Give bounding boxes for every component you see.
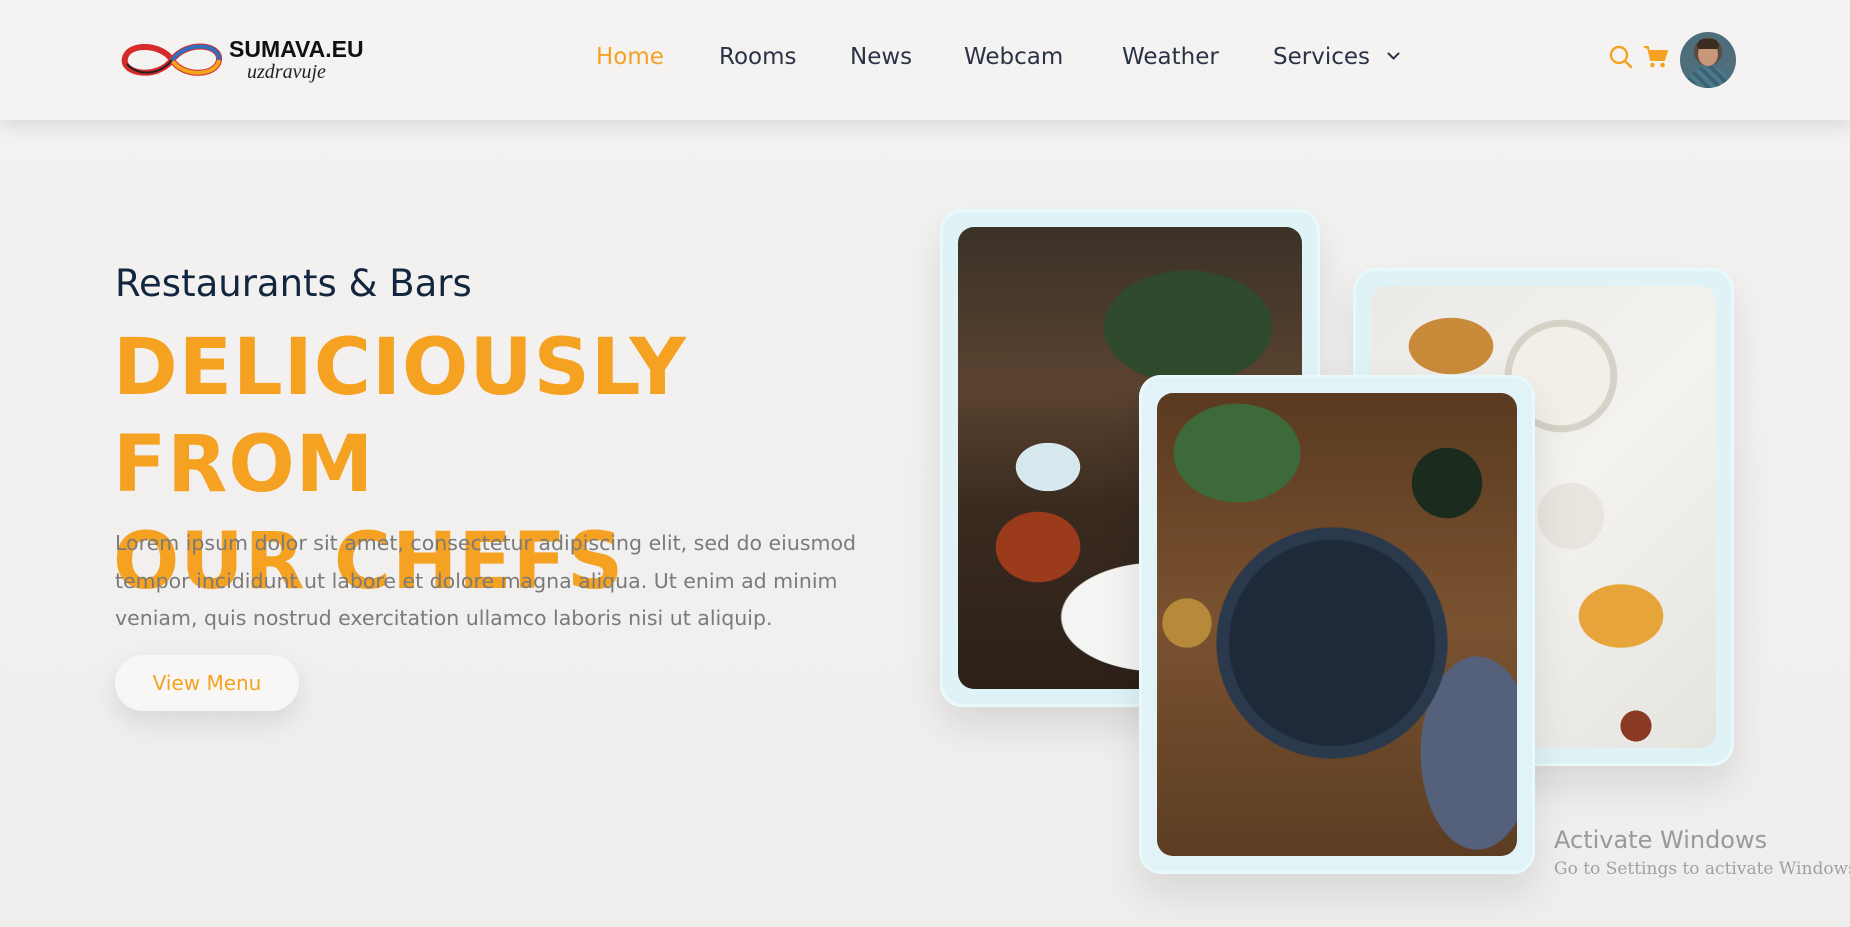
view-menu-button[interactable]: View Menu — [115, 655, 299, 711]
cart-icon[interactable] — [1643, 45, 1669, 69]
nav-weather[interactable]: Weather — [1122, 44, 1219, 70]
site-header: SUMAVA.EU uzdravuje Home Rooms News Webc… — [0, 0, 1850, 120]
search-icon[interactable] — [1608, 44, 1634, 70]
nav-services[interactable]: Services — [1273, 44, 1400, 70]
watermark-subtitle: Go to Settings to activate Windows. — [1554, 859, 1850, 879]
brand-name: SUMAVA.EU — [229, 36, 364, 62]
salad-bowl-photo — [1157, 393, 1517, 856]
nav-home[interactable]: Home — [596, 44, 664, 70]
nav-webcam[interactable]: Webcam — [964, 44, 1063, 70]
infinity-logo-icon — [121, 43, 222, 76]
watermark-title: Activate Windows — [1554, 826, 1768, 854]
brand-logo[interactable]: SUMAVA.EU uzdravuje — [117, 34, 367, 86]
avatar-hair — [1697, 39, 1719, 49]
nav-news[interactable]: News — [850, 44, 912, 70]
section-eyebrow: Restaurants & Bars — [115, 262, 472, 305]
nav-services-label: Services — [1273, 44, 1370, 70]
avatar-shirt — [1686, 66, 1730, 88]
nav-rooms[interactable]: Rooms — [719, 44, 796, 70]
hero-headline-line1: DELICIOUSLY FROM — [113, 323, 687, 510]
brand-tagline: uzdravuje — [247, 61, 326, 83]
hero-description: Lorem ipsum dolor sit amet, consectetur … — [115, 531, 857, 630]
chevron-down-icon — [1387, 52, 1400, 60]
image-card-salad — [1139, 375, 1535, 874]
avatar[interactable] — [1680, 32, 1736, 88]
